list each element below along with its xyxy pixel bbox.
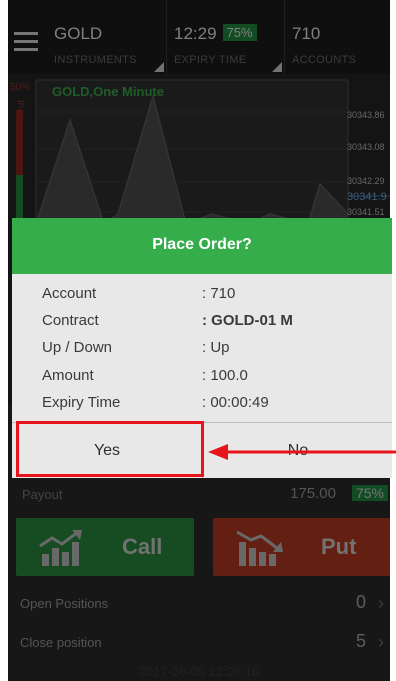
order-value: : GOLD-01 M: [202, 312, 293, 329]
dialog-title: Place Order?: [152, 236, 252, 253]
order-row-direction: Up / Down : Up: [12, 335, 392, 359]
order-row-expiry: Expiry Time : 00:00:49: [12, 390, 392, 414]
order-row-contract: Contract : GOLD-01 M: [12, 308, 392, 332]
yes-highlight-box: [16, 421, 204, 477]
order-label: Expiry Time: [42, 394, 121, 411]
order-label: Account: [42, 285, 97, 302]
order-value: : 100.0: [202, 367, 248, 384]
order-row-account: Account : 710: [12, 281, 392, 305]
order-value: : 00:00:49: [202, 394, 269, 411]
order-value: : Up: [202, 339, 230, 356]
arrow-left-icon: [208, 444, 396, 460]
order-row-amount: Amount : 100.0: [12, 363, 392, 387]
order-value: : 710: [202, 285, 236, 302]
order-label: Up / Down: [42, 339, 113, 356]
order-label: Amount: [42, 367, 94, 384]
dialog-header: Place Order?: [12, 218, 392, 274]
order-label: Contract: [42, 312, 99, 329]
